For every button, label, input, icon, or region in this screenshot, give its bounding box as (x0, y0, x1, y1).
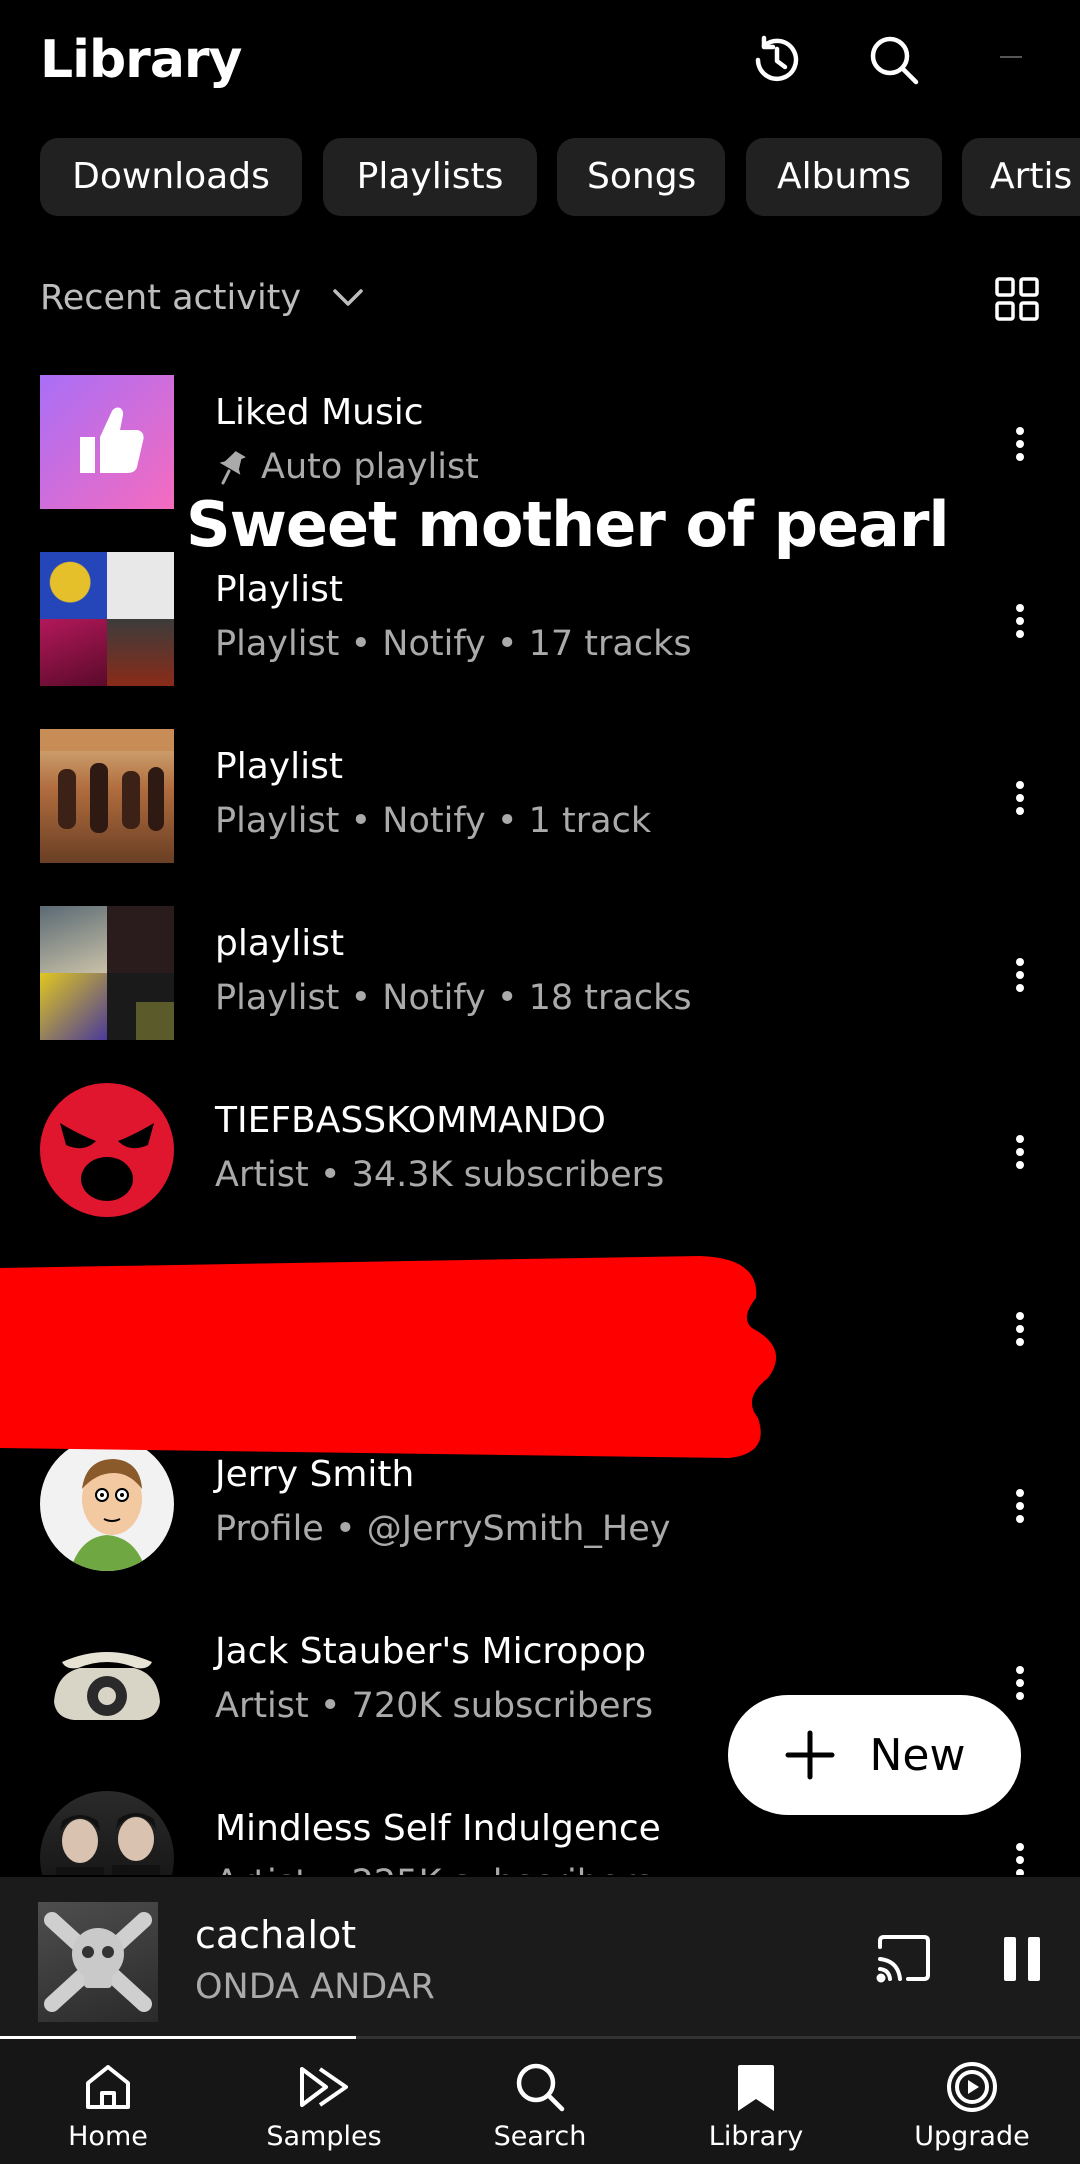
pin-icon (219, 451, 246, 485)
chip-downloads[interactable]: Downloads (40, 138, 302, 216)
liked-music-thumbnail (40, 375, 174, 509)
more-options-icon[interactable] (1000, 1658, 1040, 1708)
list-item-subtitle: Auto playlist (261, 447, 479, 487)
list-item-title: Liked Music (215, 392, 424, 433)
playlist-mosaic-thumbnail (40, 552, 174, 686)
band-photo-icon (56, 1813, 160, 1875)
list-item-subtitle: Profile • @JerrySmith_Hey (215, 1509, 671, 1549)
list-item-subtitle: Playlist • Notify • 18 tracks (215, 978, 692, 1018)
nav-upgrade[interactable]: Upgrade (864, 2039, 1080, 2164)
chip-albums[interactable]: Albums (746, 138, 942, 216)
mini-player[interactable]: cachalot ONDA ANDAR (0, 1877, 1080, 2039)
search-icon (516, 2063, 565, 2112)
more-options-icon[interactable] (1000, 1304, 1040, 1354)
cast-icon[interactable] (874, 1929, 934, 1989)
grid-view-icon[interactable] (994, 276, 1040, 322)
playlist-mosaic-thumbnail (40, 906, 174, 1040)
list-item-title: Jack Stauber's Micropop (215, 1631, 647, 1672)
list-item-artist-tiefbasskommando[interactable]: TIEFBASSKOMMANDO Artist • 34.3K subscrib… (0, 1063, 1080, 1240)
list-item-playlist-2[interactable]: Playlist Playlist • Notify • 1 track (0, 709, 1080, 886)
chip-songs[interactable]: Songs (557, 138, 725, 216)
nav-search[interactable]: Search (432, 2039, 648, 2164)
bottom-navigation: Home Samples Search Library Upgrade (0, 2039, 1080, 2164)
nav-samples[interactable]: Samples (216, 2039, 432, 2164)
artist-avatar (40, 1614, 174, 1748)
more-options-icon[interactable] (1000, 950, 1040, 1000)
skull-crossbones-image (44, 1912, 152, 2012)
nav-home[interactable]: Home (0, 2039, 216, 2164)
overlay-caption: Sweet mother of pearl (186, 488, 950, 561)
pause-icon[interactable] (1000, 1935, 1044, 1983)
library-icon (738, 2065, 774, 2111)
nav-label: Search (493, 2121, 587, 2152)
nav-label: Library (708, 2121, 804, 2152)
list-item-playlist-3[interactable]: playlist Playlist • Notify • 18 tracks (0, 886, 1080, 1063)
redaction-scribble (0, 1256, 777, 1458)
list-item-title: Playlist (215, 746, 343, 787)
nav-label: Upgrade (914, 2121, 1030, 2152)
nav-label: Samples (266, 2121, 382, 2152)
header: Library (0, 0, 1080, 130)
more-options-icon[interactable] (1000, 773, 1040, 823)
chip-artists[interactable]: Artis (962, 138, 1080, 216)
list-item-title: Playlist (215, 569, 343, 610)
more-options-icon[interactable] (1000, 1835, 1040, 1875)
chip-playlists[interactable]: Playlists (323, 138, 537, 216)
sort-dropdown[interactable]: Recent activity (40, 268, 367, 328)
list-item-title: Mindless Self Indulgence (215, 1808, 661, 1849)
more-options-icon[interactable] (1000, 1127, 1040, 1177)
chevron-down-icon (333, 289, 363, 306)
screaming-face-icon (60, 1123, 154, 1201)
now-playing-title: cachalot (195, 1913, 357, 1957)
list-item-subtitle: Artist • 720K subscribers (215, 1686, 654, 1726)
list-item-subtitle: Artist • 225K subscribers (215, 1863, 653, 1875)
search-icon[interactable] (864, 30, 924, 90)
home-icon (86, 2065, 130, 2109)
list-item-title: playlist (215, 923, 345, 964)
album-thumbnail (40, 729, 174, 863)
page-title: Library (40, 30, 242, 90)
history-icon[interactable] (746, 30, 806, 90)
nav-label: Home (68, 2121, 148, 2152)
telephone-image-icon (54, 1652, 160, 1720)
thumbs-up-icon (80, 407, 144, 473)
sort-label: Recent activity (40, 278, 302, 318)
new-button-label: New (869, 1729, 966, 1781)
upgrade-icon (947, 2062, 997, 2112)
now-playing-artwork (38, 1902, 158, 2022)
list-item-subtitle: Artist • 34.3K subscribers (215, 1155, 665, 1195)
list-item-subtitle: Playlist • Notify • 1 track (215, 801, 652, 841)
list-item-subtitle-wrap: Auto playlist (215, 447, 479, 487)
more-options-icon[interactable] (1000, 419, 1040, 469)
samples-icon (300, 2067, 348, 2107)
filter-chips: Downloads Playlists Songs Albums Artis (0, 138, 1080, 218)
more-options-icon[interactable] (1000, 1481, 1040, 1531)
more-options-icon[interactable] (1000, 596, 1040, 646)
plus-icon (785, 1730, 834, 1780)
artist-avatar (40, 1083, 174, 1217)
account-avatar[interactable] (1000, 56, 1022, 58)
library-list: Liked Music Auto playlist Playlist Playl… (0, 355, 1080, 1875)
list-item-subtitle: Playlist • Notify • 17 tracks (215, 624, 692, 664)
new-button[interactable]: New (728, 1695, 1021, 1815)
artist-avatar (40, 1791, 174, 1875)
now-playing-artist: ONDA ANDAR (195, 1967, 435, 2007)
nav-library[interactable]: Library (648, 2039, 864, 2164)
list-item-title: TIEFBASSKOMMANDO (215, 1100, 606, 1141)
